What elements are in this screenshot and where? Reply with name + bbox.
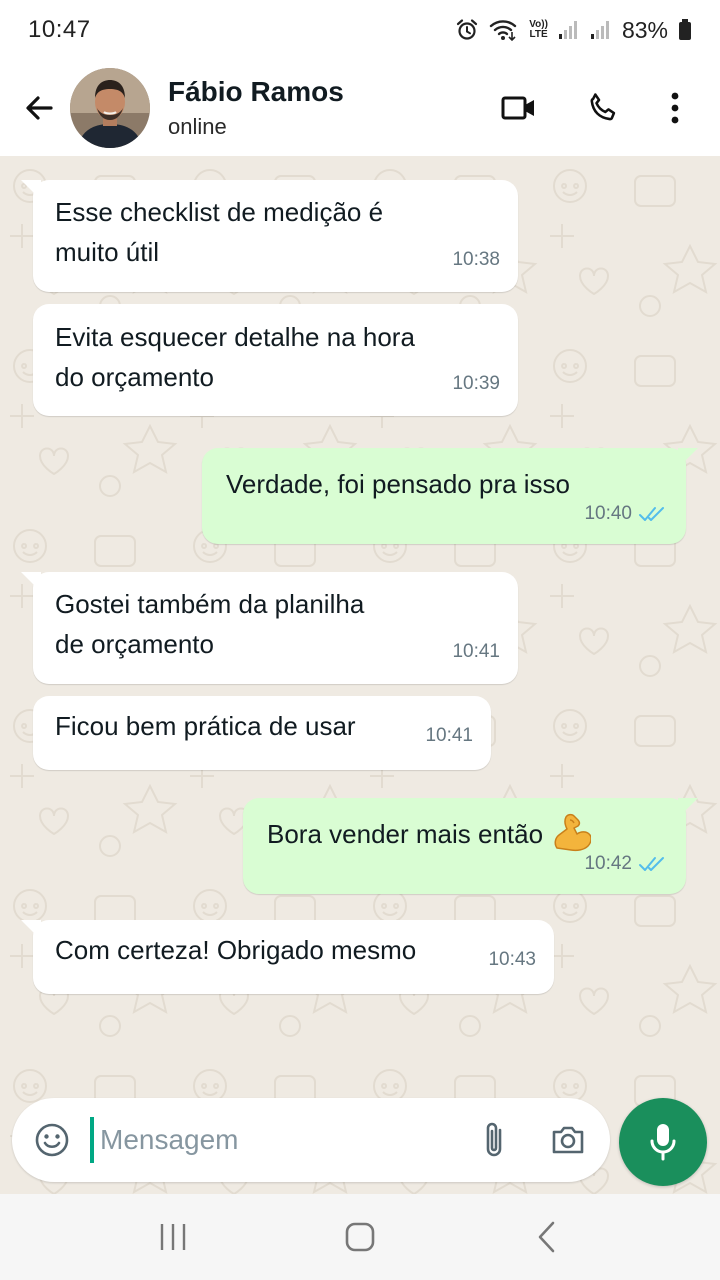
- double-check-read-icon: [639, 857, 664, 871]
- chat-area[interactable]: Esse checklist de medição é muito útil 1…: [0, 156, 720, 1194]
- contact-name: Fábio Ramos: [168, 76, 344, 107]
- message-time: 10:43: [488, 949, 536, 970]
- message-text: Ficou bem prática de usar: [55, 711, 356, 741]
- message-time: 10:38: [452, 249, 500, 270]
- signal-1-icon: [558, 20, 580, 40]
- status-bar: 10:47 Vo)) LTE 83%: [0, 0, 720, 60]
- message-input[interactable]: [100, 1124, 460, 1156]
- battery-percent: 83%: [621, 16, 668, 43]
- phone-icon: [590, 93, 616, 121]
- video-camera-icon: [501, 96, 534, 120]
- message-bubble-incoming[interactable]: Evita esquecer detalhe na hora do orçame…: [33, 304, 518, 416]
- paperclip-icon: [486, 1122, 502, 1157]
- voice-record-button[interactable]: [619, 1098, 707, 1186]
- message-time: 10:42: [584, 844, 666, 884]
- camera-button[interactable]: [536, 1098, 600, 1182]
- kebab-menu-icon: [671, 92, 679, 124]
- avatar[interactable]: [70, 68, 150, 148]
- more-options-button[interactable]: [650, 73, 700, 143]
- message-bubble-outgoing[interactable]: Verdade, foi pensado pra isso 10:40: [202, 448, 698, 544]
- battery-icon: [678, 19, 692, 41]
- chevron-left-icon: [538, 1221, 554, 1253]
- message-time: 10:41: [425, 725, 473, 746]
- emoji-button[interactable]: [12, 1098, 92, 1182]
- recent-apps-button[interactable]: [133, 1202, 213, 1272]
- camera-icon: [552, 1126, 584, 1154]
- recents-icon: [161, 1224, 186, 1250]
- message-time: 10:41: [452, 641, 500, 662]
- message-text: Gostei também da planilha de orçamento: [55, 589, 365, 659]
- attach-button[interactable]: [464, 1098, 524, 1182]
- message-time: 10:40: [584, 494, 666, 534]
- chat-header: Fábio Ramos online: [0, 60, 720, 156]
- message-bubble-incoming[interactable]: Esse checklist de medição é muito útil 1…: [21, 180, 518, 292]
- volte-lte-icon: Vo)) LTE: [529, 19, 548, 40]
- home-icon: [345, 1222, 375, 1252]
- system-nav-bar: [0, 1194, 720, 1280]
- contact-status: online: [168, 114, 227, 139]
- contact-photo: [70, 68, 150, 148]
- message-composer: [12, 1098, 610, 1182]
- message-text: Esse checklist de medição é muito útil: [55, 197, 384, 267]
- microphone-icon: [650, 1124, 676, 1161]
- message-bubble-incoming[interactable]: Com certeza! Obrigado mesmo 10:43: [21, 920, 554, 994]
- text-caret: [90, 1117, 94, 1163]
- message-bubble-incoming[interactable]: Ficou bem prática de usar 10:41: [33, 696, 491, 770]
- video-call-button[interactable]: [486, 73, 552, 143]
- message-text: Evita esquecer detalhe na hora do orçame…: [55, 322, 415, 392]
- arrow-left-icon: [26, 96, 53, 120]
- wifi-icon: [489, 18, 519, 42]
- message-bubble-outgoing[interactable]: Bora vender mais então 10:42: [243, 798, 698, 894]
- message-time: 10:39: [452, 373, 500, 394]
- voice-call-button[interactable]: [570, 73, 636, 143]
- back-button[interactable]: [10, 73, 68, 143]
- contact-info[interactable]: Fábio Ramos online: [168, 76, 486, 140]
- status-icons: Vo)) LTE 83%: [455, 17, 692, 44]
- double-check-read-icon: [639, 507, 664, 521]
- status-time: 10:47: [28, 16, 91, 43]
- message-text: Com certeza! Obrigado mesmo: [55, 935, 417, 965]
- home-button[interactable]: [320, 1202, 400, 1272]
- message-bubble-incoming[interactable]: Gostei também da planilha de orçamento 1…: [21, 572, 518, 684]
- alarm-icon: [455, 18, 479, 42]
- back-nav-button[interactable]: [507, 1202, 587, 1272]
- smiley-icon: [35, 1123, 69, 1157]
- signal-2-icon: [590, 20, 612, 40]
